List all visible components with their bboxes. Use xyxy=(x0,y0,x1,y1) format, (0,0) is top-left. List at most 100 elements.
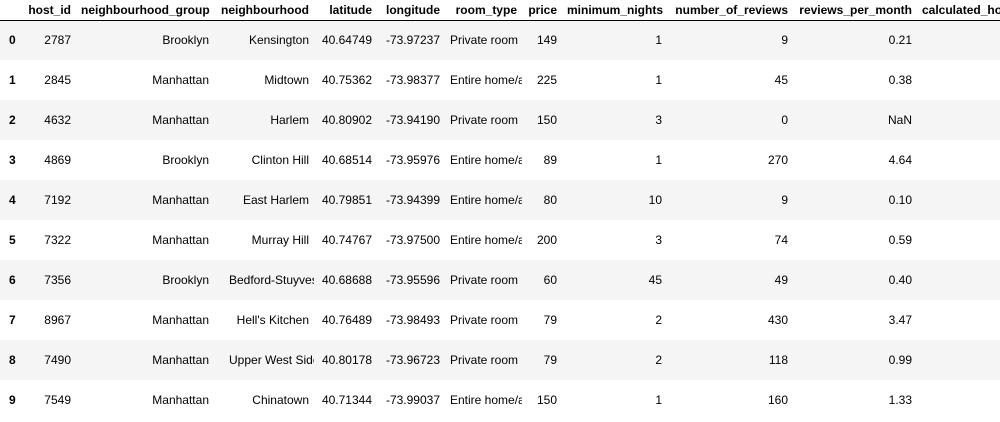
cell-reviews-per-month: 0.38 xyxy=(888,72,912,87)
cell-price: 150 xyxy=(536,392,557,407)
cell-neighbourhood: East Harlem xyxy=(242,192,309,207)
cell-latitude: 40.68688 xyxy=(321,272,372,287)
cell-neighbourhood-group: Manhattan xyxy=(152,392,209,407)
table-row: 3 4869 Brooklyn Clinton Hill 40.68514 -7… xyxy=(0,140,1000,180)
table-header-row: host_id neighbourhood_group neighbourhoo… xyxy=(0,0,1000,21)
cell-latitude: 40.79851 xyxy=(321,192,372,207)
cell-minimum-nights: 3 xyxy=(655,112,662,127)
cell-neighbourhood-group: Manhattan xyxy=(152,192,209,207)
dataframe-output: host_id neighbourhood_group neighbourhoo… xyxy=(0,0,1000,422)
cell-calculated-host-listings-count xyxy=(917,180,1000,220)
cell-room-type: Private room xyxy=(450,352,519,367)
table-row: 1 2845 Manhattan Midtown 40.75362 -73.98… xyxy=(0,60,1000,100)
cell-latitude: 40.74767 xyxy=(321,232,372,247)
table-row: 8 7490 Manhattan Upper West Side 40.8017… xyxy=(0,340,1000,380)
cell-longitude: -73.99037 xyxy=(385,392,440,407)
table-row: 2 4632 Manhattan Harlem 40.80902 -73.941… xyxy=(0,100,1000,140)
cell-neighbourhood-group: Brooklyn xyxy=(162,32,209,47)
cell-room-type: Entire home/apt xyxy=(450,72,522,87)
cell-calculated-host-listings-count xyxy=(917,340,1000,380)
cell-longitude: -73.98377 xyxy=(385,72,440,87)
cell-neighbourhood: Kensington xyxy=(248,32,309,47)
cell-number-of-reviews: 430 xyxy=(767,312,788,327)
row-index: 3 xyxy=(9,152,16,167)
table-row: 9 7549 Manhattan Chinatown 40.71344 -73.… xyxy=(0,380,1000,420)
row-index: 0 xyxy=(9,32,16,47)
cell-reviews-per-month: 0.10 xyxy=(888,192,912,207)
cell-number-of-reviews: 160 xyxy=(767,392,788,407)
cell-room-type: Private room xyxy=(450,312,519,327)
cell-room-type: Private room xyxy=(450,272,519,287)
cell-neighbourhood-group: Manhattan xyxy=(152,232,209,247)
cell-host-id: 7192 xyxy=(44,192,71,207)
cell-latitude: 40.68514 xyxy=(321,152,372,167)
cell-neighbourhood: Upper West Side xyxy=(229,352,314,367)
cell-number-of-reviews: 45 xyxy=(774,72,788,87)
cell-room-type: Private room xyxy=(450,32,519,47)
cell-number-of-reviews: 0 xyxy=(781,112,788,127)
cell-reviews-per-month: 0.59 xyxy=(888,232,912,247)
cell-room-type: Private room xyxy=(450,112,519,127)
cell-latitude: 40.80178 xyxy=(321,352,372,367)
cell-minimum-nights: 1 xyxy=(655,152,662,167)
cell-host-id: 7490 xyxy=(44,352,71,367)
cell-host-id: 7356 xyxy=(44,272,71,287)
column-header-price: price xyxy=(522,0,562,21)
cell-calculated-host-listings-count xyxy=(917,100,1000,140)
cell-host-id: 2845 xyxy=(44,72,71,87)
table-row: 4 7192 Manhattan East Harlem 40.79851 -7… xyxy=(0,180,1000,220)
cell-calculated-host-listings-count xyxy=(917,260,1000,300)
cell-reviews-per-month: 0.99 xyxy=(888,352,912,367)
cell-minimum-nights: 3 xyxy=(655,232,662,247)
cell-neighbourhood-group: Manhattan xyxy=(152,352,209,367)
cell-host-id: 8967 xyxy=(44,312,71,327)
cell-neighbourhood-group: Brooklyn xyxy=(162,272,209,287)
cell-number-of-reviews: 270 xyxy=(767,152,788,167)
row-index: 9 xyxy=(9,392,16,407)
cell-host-id: 4632 xyxy=(44,112,71,127)
cell-reviews-per-month: 4.64 xyxy=(888,152,912,167)
column-header-neighbourhood: neighbourhood xyxy=(214,0,314,21)
cell-longitude: -73.94399 xyxy=(385,192,440,207)
cell-neighbourhood: Harlem xyxy=(270,112,309,127)
cell-price: 60 xyxy=(543,272,557,287)
cell-room-type: Entire home/apt xyxy=(450,152,522,167)
cell-price: 225 xyxy=(536,72,557,87)
cell-neighbourhood: Hell's Kitchen xyxy=(236,312,309,327)
cell-longitude: -73.97237 xyxy=(385,32,440,47)
row-index: 1 xyxy=(9,72,16,87)
cell-price: 79 xyxy=(543,312,557,327)
table-row: 5 7322 Manhattan Murray Hill 40.74767 -7… xyxy=(0,220,1000,260)
cell-neighbourhood: Murray Hill xyxy=(251,232,309,247)
cell-longitude: -73.96723 xyxy=(385,352,440,367)
cell-host-id: 7549 xyxy=(44,392,71,407)
row-index: 6 xyxy=(9,272,16,287)
cell-reviews-per-month: 0.40 xyxy=(888,272,912,287)
column-header-minimum-nights: minimum_nights xyxy=(562,0,667,21)
cell-price: 200 xyxy=(536,232,557,247)
cell-latitude: 40.80902 xyxy=(321,112,372,127)
cell-number-of-reviews: 118 xyxy=(768,352,788,367)
cell-calculated-host-listings-count xyxy=(917,20,1000,60)
cell-host-id: 2787 xyxy=(44,32,71,47)
cell-price: 149 xyxy=(536,32,557,47)
table-row: 6 7356 Brooklyn Bedford-Stuyvesant 40.68… xyxy=(0,260,1000,300)
cell-minimum-nights: 1 xyxy=(655,72,662,87)
column-header-host-id: host_id xyxy=(22,0,76,21)
row-index: 2 xyxy=(9,112,16,127)
cell-host-id: 4869 xyxy=(44,152,71,167)
column-header-neighbourhood-group: neighbourhood_group xyxy=(76,0,214,21)
cell-neighbourhood: Chinatown xyxy=(252,392,309,407)
column-header-reviews-per-month: reviews_per_month xyxy=(793,0,917,21)
cell-neighbourhood-group: Manhattan xyxy=(152,72,209,87)
cell-price: 150 xyxy=(536,112,557,127)
cell-longitude: -73.98493 xyxy=(385,312,440,327)
row-index: 5 xyxy=(9,232,16,247)
cell-room-type: Entire home/apt xyxy=(450,192,522,207)
row-index: 8 xyxy=(9,352,16,367)
cell-number-of-reviews: 74 xyxy=(774,232,788,247)
cell-room-type: Entire home/apt xyxy=(450,232,522,247)
cell-neighbourhood: Bedford-Stuyvesant xyxy=(229,272,314,287)
column-header-index xyxy=(0,0,22,21)
cell-calculated-host-listings-count xyxy=(917,380,1000,420)
